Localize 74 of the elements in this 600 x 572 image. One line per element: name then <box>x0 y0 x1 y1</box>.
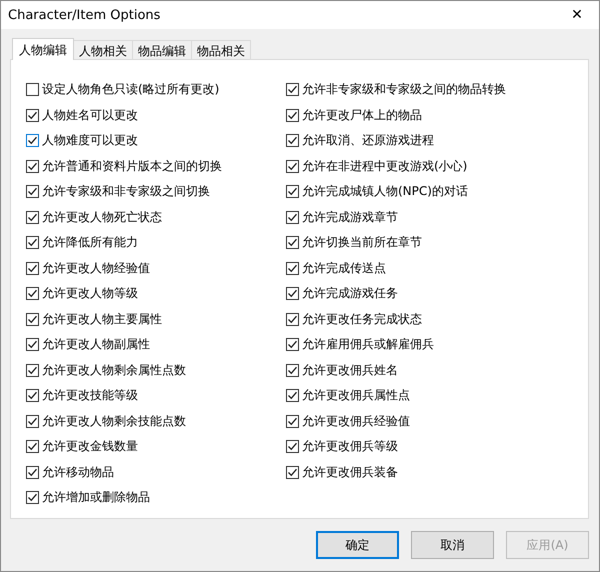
checkbox-label[interactable]: 允许增加或删除物品 <box>42 489 150 506</box>
checkbox[interactable] <box>286 108 299 122</box>
checkbox-label[interactable]: 允许更改人物死亡状态 <box>42 208 162 226</box>
checkbox-label[interactable]: 允许更改佣兵等级 <box>302 438 398 456</box>
checkbox-label[interactable]: 允许更改金钱数量 <box>42 438 138 456</box>
checkbox-label[interactable]: 允许完成游戏任务 <box>302 285 398 302</box>
checkbox[interactable] <box>286 414 299 428</box>
checkbox-label[interactable]: 允许更改人物主要属性 <box>42 310 162 328</box>
checkbox[interactable] <box>26 160 39 173</box>
checkbox-label[interactable]: 允许更改佣兵装备 <box>302 464 398 481</box>
checkbox-label[interactable]: 设定人物角色只读(略过所有更改) <box>42 81 220 98</box>
tab[interactable]: 人物编辑 <box>12 38 74 60</box>
checkbox[interactable] <box>26 210 39 224</box>
checkbox[interactable] <box>26 389 39 402</box>
checkbox-label[interactable]: 允许专家级和非专家级之间切换 <box>42 183 210 200</box>
checkbox-label[interactable]: 允许更改任务完成状态 <box>302 310 422 328</box>
checkbox[interactable] <box>286 364 299 377</box>
checkbox[interactable] <box>286 389 299 402</box>
checkbox[interactable] <box>26 108 39 122</box>
close-button[interactable]: ✕ <box>555 1 599 29</box>
checkbox-label[interactable]: 允许切换当前所在章节 <box>302 234 422 252</box>
checkbox-label[interactable]: 人物难度可以更改 <box>42 132 138 150</box>
checkbox[interactable] <box>286 262 299 275</box>
checkbox-label[interactable]: 允许更改人物等级 <box>42 285 138 302</box>
checkbox-label[interactable]: 允许更改人物经验值 <box>42 260 150 277</box>
checkbox-label[interactable]: 允许完成游戏章节 <box>302 208 398 226</box>
checkbox-label[interactable]: 允许完成城镇人物(NPC)的对话 <box>302 183 468 200</box>
tab[interactable]: 人物相关 <box>73 40 133 59</box>
checkbox-label[interactable]: 允许更改佣兵姓名 <box>302 362 398 379</box>
checkbox[interactable] <box>286 440 299 454</box>
checkbox[interactable] <box>286 236 299 250</box>
checkbox-label[interactable]: 允许普通和资料片版本之间的切换 <box>42 158 222 175</box>
dialog-button[interactable]: 取消 <box>411 531 494 559</box>
checkbox[interactable] <box>26 440 39 454</box>
checkbox-label[interactable]: 允许更改技能等级 <box>42 387 138 404</box>
checkbox-label[interactable]: 允许非专家级和专家级之间的物品转换 <box>302 81 506 98</box>
checkbox[interactable] <box>26 134 39 148</box>
checkbox[interactable] <box>286 134 299 148</box>
checkbox[interactable] <box>286 185 299 198</box>
tab[interactable]: 物品相关 <box>191 40 251 59</box>
checkbox-label[interactable]: 允许降低所有能力 <box>42 234 138 252</box>
checkbox[interactable] <box>26 236 39 250</box>
checkbox-label[interactable]: 允许在非进程中更改游戏(小心) <box>302 158 468 175</box>
checkbox-label[interactable]: 允许完成传送点 <box>302 260 386 277</box>
checkbox[interactable] <box>26 262 39 275</box>
checkbox-label[interactable]: 允许移动物品 <box>42 464 114 481</box>
checkbox[interactable] <box>26 364 39 377</box>
window-title: Character/Item Options <box>8 8 160 22</box>
checkbox-label[interactable]: 人物姓名可以更改 <box>42 106 138 124</box>
checkbox[interactable] <box>26 491 39 504</box>
checkbox[interactable] <box>26 83 39 96</box>
checkbox-label[interactable]: 允许更改佣兵经验值 <box>302 412 410 430</box>
checkbox[interactable] <box>26 338 39 352</box>
checkbox-label[interactable]: 允许雇用佣兵或解雇佣兵 <box>302 336 434 354</box>
checkbox[interactable] <box>286 160 299 173</box>
checkbox[interactable] <box>286 210 299 224</box>
checkbox-label[interactable]: 允许更改人物剩余属性点数 <box>42 362 186 379</box>
checkbox-label[interactable]: 允许更改尸体上的物品 <box>302 106 422 124</box>
checkbox[interactable] <box>26 466 39 479</box>
checkbox[interactable] <box>286 466 299 479</box>
checkbox[interactable] <box>26 312 39 326</box>
checkbox-label[interactable]: 允许更改人物副属性 <box>42 336 150 354</box>
checkbox-label[interactable]: 允许更改佣兵属性点 <box>302 387 410 404</box>
checkbox[interactable] <box>286 312 299 326</box>
checkbox[interactable] <box>286 83 299 96</box>
checkbox[interactable] <box>26 185 39 198</box>
checkbox-label[interactable]: 允许更改人物剩余技能点数 <box>42 412 186 430</box>
checkbox[interactable] <box>26 414 39 428</box>
checkbox[interactable] <box>286 287 299 300</box>
tab[interactable]: 物品编辑 <box>132 40 192 59</box>
checkbox-label[interactable]: 允许取消、还原游戏进程 <box>302 132 434 150</box>
checkbox[interactable] <box>286 338 299 352</box>
dialog-button[interactable]: 确定 <box>316 531 399 559</box>
checkbox[interactable] <box>26 287 39 300</box>
